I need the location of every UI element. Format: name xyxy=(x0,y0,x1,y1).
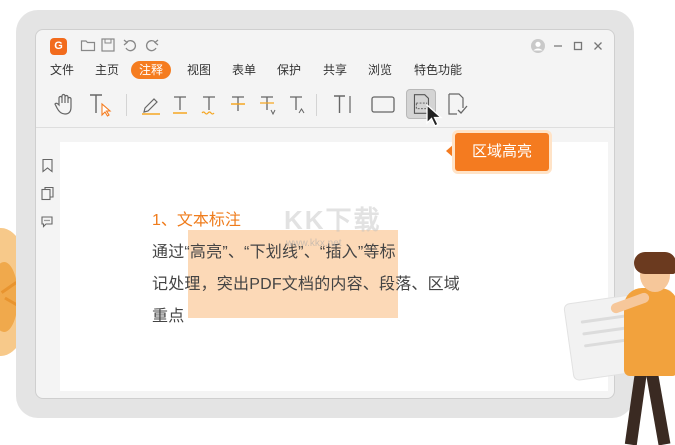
squiggly-text-icon[interactable] xyxy=(194,89,224,119)
maximize-icon[interactable] xyxy=(570,38,586,54)
body-text-line-1: 通过“高亮”、“下划线”、“插入”等标 xyxy=(152,244,396,261)
side-panel xyxy=(36,138,58,398)
menu-home[interactable]: 主页 xyxy=(93,61,121,79)
illustration-person-leg xyxy=(645,369,671,445)
typewriter-icon[interactable] xyxy=(328,89,358,119)
close-icon[interactable] xyxy=(590,38,606,54)
annotation-toolbar xyxy=(36,86,614,128)
toolbar-separator xyxy=(316,94,317,116)
hand-tool-icon[interactable] xyxy=(50,89,80,119)
insert-text-icon[interactable] xyxy=(281,89,311,119)
undo-icon[interactable] xyxy=(122,37,138,53)
menu-share[interactable]: 共享 xyxy=(321,61,349,79)
menu-view[interactable]: 视图 xyxy=(185,61,213,79)
user-icon[interactable] xyxy=(530,38,546,54)
app-window: G 文件 主页 注释 视图 表单 保护 共享 浏览 特色功能 1、文本标注 通过… xyxy=(35,29,615,399)
title-bar: G xyxy=(36,30,614,60)
watermark-url: www.kkx.net xyxy=(286,238,342,249)
underline-text-icon[interactable] xyxy=(165,89,195,119)
body-text-line-2: 记处理，突出PDF文档的内容、段落、区域 xyxy=(152,276,461,293)
folder-icon[interactable] xyxy=(80,37,96,53)
body-text-line-3: 重点 xyxy=(152,308,185,325)
app-logo-icon[interactable]: G xyxy=(50,38,67,55)
toolbar-separator xyxy=(126,94,127,116)
menu-special-features[interactable]: 特色功能 xyxy=(412,61,464,79)
menu-protect[interactable]: 保护 xyxy=(275,61,303,79)
minimize-icon[interactable] xyxy=(550,38,566,54)
document-page: 1、文本标注 通过“高亮”、“下划线”、“插入”等标 记处理，突出PDF文档的内… xyxy=(60,142,608,391)
watermark: KK下载 xyxy=(284,205,382,235)
replace-text-icon[interactable] xyxy=(252,89,282,119)
rectangle-icon[interactable] xyxy=(368,89,398,119)
illustration-person-hair xyxy=(634,252,675,274)
pages-icon[interactable] xyxy=(40,186,55,201)
menu-file[interactable]: 文件 xyxy=(48,61,76,79)
comments-icon[interactable] xyxy=(40,214,55,229)
highlight-pen-icon[interactable] xyxy=(136,89,166,119)
mouse-cursor-icon xyxy=(426,103,443,127)
save-icon[interactable] xyxy=(100,37,116,53)
bookmark-icon[interactable] xyxy=(40,158,55,173)
menu-bar: 文件 主页 注释 视图 表单 保护 共享 浏览 特色功能 xyxy=(36,61,614,83)
menu-form[interactable]: 表单 xyxy=(230,61,258,79)
select-text-icon[interactable] xyxy=(86,89,116,119)
area-highlight-tooltip: 区域高亮 xyxy=(452,130,552,174)
redo-icon[interactable] xyxy=(144,37,160,53)
menu-browse[interactable]: 浏览 xyxy=(366,61,394,79)
strikethrough-text-icon[interactable] xyxy=(223,89,253,119)
menu-annotate[interactable]: 注释 xyxy=(131,61,172,79)
screenshot-stage: G 文件 主页 注释 视图 表单 保护 共享 浏览 特色功能 1、文本标注 通过… xyxy=(0,0,675,445)
section-heading: 1、文本标注 xyxy=(152,212,241,229)
card-line xyxy=(582,326,627,336)
